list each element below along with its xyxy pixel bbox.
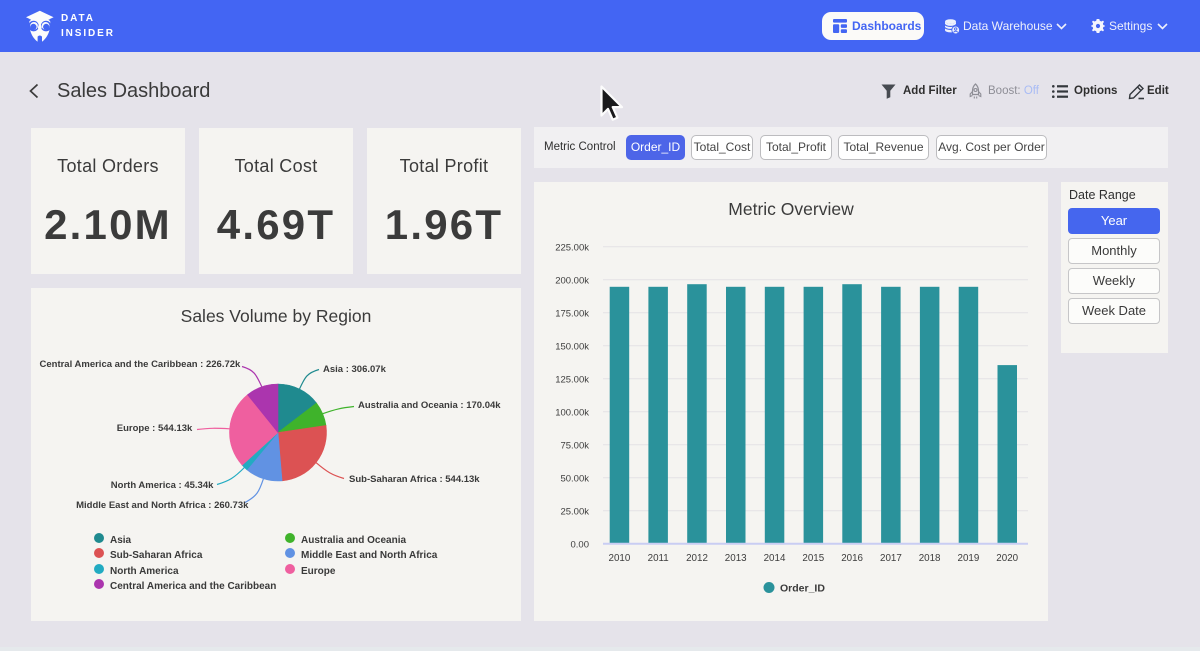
svg-text:125.00k: 125.00k xyxy=(555,375,589,386)
svg-text:100.00k: 100.00k xyxy=(555,408,589,419)
svg-text:2018: 2018 xyxy=(919,553,941,564)
svg-text:2013: 2013 xyxy=(725,553,747,564)
svg-text:2011: 2011 xyxy=(648,553,669,564)
svg-text:Order_ID: Order_ID xyxy=(780,583,825,595)
svg-text:25.00k: 25.00k xyxy=(560,507,589,518)
svg-text:225.00k: 225.00k xyxy=(555,243,589,254)
svg-text:150.00k: 150.00k xyxy=(555,342,589,353)
svg-text:2017: 2017 xyxy=(880,553,902,564)
svg-text:2016: 2016 xyxy=(841,553,863,564)
svg-text:2010: 2010 xyxy=(609,553,631,564)
svg-text:200.00k: 200.00k xyxy=(555,276,589,287)
svg-text:2012: 2012 xyxy=(686,553,708,564)
svg-text:2020: 2020 xyxy=(996,553,1018,564)
svg-text:75.00k: 75.00k xyxy=(560,441,589,452)
svg-text:2014: 2014 xyxy=(764,553,786,564)
svg-text:175.00k: 175.00k xyxy=(555,309,589,320)
svg-text:2015: 2015 xyxy=(802,553,824,564)
svg-text:0.00: 0.00 xyxy=(571,540,590,551)
svg-text:2019: 2019 xyxy=(958,553,980,564)
svg-text:50.00k: 50.00k xyxy=(560,474,589,485)
